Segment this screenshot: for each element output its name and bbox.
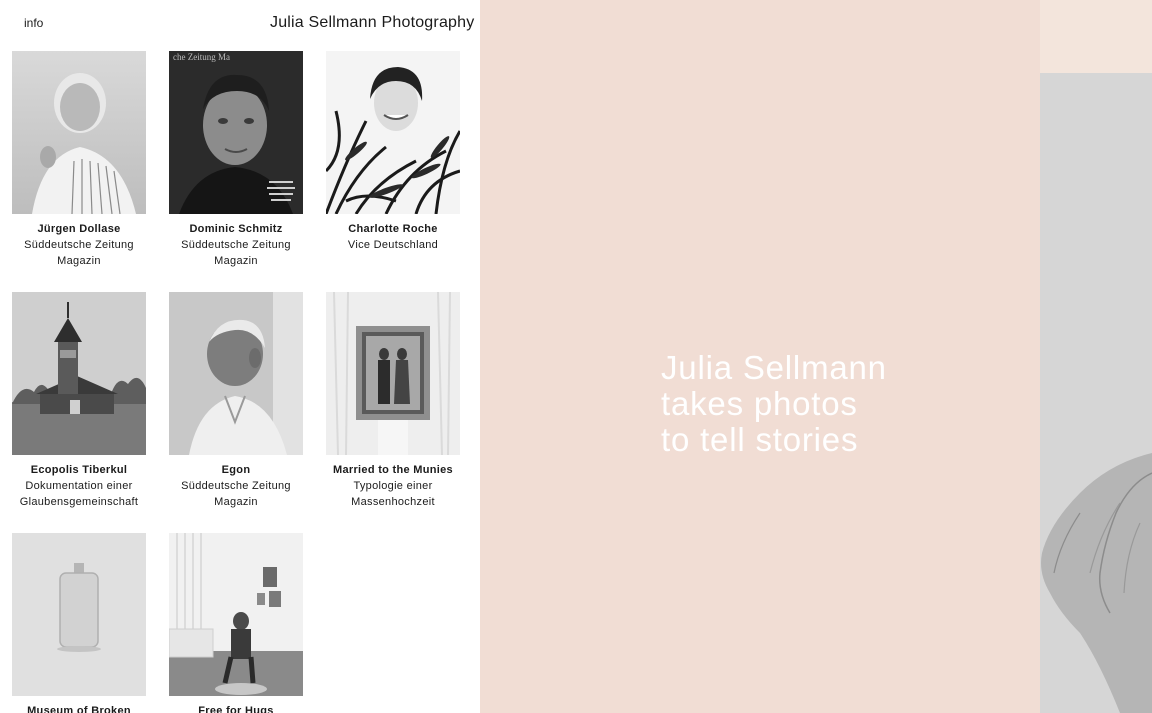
project-index-panel: info Julia Sellmann Photography Jürgen D… xyxy=(0,0,480,713)
project-subtitle: Vice Deutschland xyxy=(347,239,439,251)
intro-panel: Julia Sellmann takes photos to tell stor… xyxy=(480,0,1040,713)
project-thumbnail-charlotte-roche[interactable] xyxy=(326,51,460,214)
project-caption: Dominic Schmitz Süddeutsche Zeitung Maga… xyxy=(156,221,316,269)
project-subtitle: Süddeutsche Zeitung xyxy=(181,480,291,492)
project-thumbnail-juergen-dollase[interactable] xyxy=(12,51,146,214)
magazine-masthead: che Zeitung Ma xyxy=(173,52,230,62)
project-name[interactable]: Jürgen Dollase xyxy=(0,221,159,237)
project-tile-married-to-the-munies[interactable]: Married to the Munies Typologie einer Ma… xyxy=(326,292,460,510)
hero-tagline: Julia Sellmann takes photos to tell stor… xyxy=(661,350,1001,458)
project-subtitle: Magazin xyxy=(214,255,258,267)
project-subtitle: Massenhochzeit xyxy=(351,496,435,508)
tagline-line: takes photos xyxy=(661,385,858,422)
project-subtitle: Magazin xyxy=(57,255,101,267)
project-name[interactable]: Married to the Munies xyxy=(313,462,473,478)
project-tile-ecopolis-tiberkul[interactable]: Ecopolis Tiberkul Dokumentation einer Gl… xyxy=(12,292,146,510)
tagline-line: to tell stories xyxy=(661,421,859,458)
project-subtitle: Typologie einer xyxy=(353,480,433,492)
project-thumbnail-free-for-hugs[interactable] xyxy=(169,533,303,696)
project-caption: Jürgen Dollase Süddeutsche Zeitung Magaz… xyxy=(0,221,159,269)
project-caption: Married to the Munies Typologie einer Ma… xyxy=(313,462,473,510)
project-subtitle: Dokumentation einer xyxy=(25,480,133,492)
project-name[interactable]: Charlotte Roche xyxy=(313,221,473,237)
project-tile-egon[interactable]: Egon Süddeutsche Zeitung Magazin xyxy=(169,292,303,510)
project-tile-museum-of-broken[interactable]: Museum of Broken xyxy=(12,533,146,713)
project-subtitle: Magazin xyxy=(214,496,258,508)
project-caption: Egon Süddeutsche Zeitung Magazin xyxy=(156,462,316,510)
project-name[interactable]: Museum of Broken xyxy=(0,703,159,713)
project-tile-free-for-hugs[interactable]: Free for Hugs xyxy=(169,533,303,713)
hand-photo-icon xyxy=(1040,73,1152,713)
site-title[interactable]: Julia Sellmann Photography xyxy=(270,14,474,32)
project-subtitle: Süddeutsche Zeitung xyxy=(181,239,291,251)
project-tile-charlotte-roche[interactable]: Charlotte Roche Vice Deutschland xyxy=(326,51,460,253)
project-name[interactable]: Dominic Schmitz xyxy=(156,221,316,237)
project-caption: Museum of Broken xyxy=(0,703,159,713)
info-link[interactable]: info xyxy=(24,16,43,30)
project-subtitle: Süddeutsche Zeitung xyxy=(24,239,134,251)
tagline-line: Julia Sellmann xyxy=(661,349,887,386)
project-caption: Free for Hugs xyxy=(156,703,316,713)
project-subtitle: Glaubensgemeinschaft xyxy=(19,496,139,508)
project-name[interactable]: Egon xyxy=(156,462,316,478)
page: info Julia Sellmann Photography Jürgen D… xyxy=(0,0,1152,713)
project-tile-juergen-dollase[interactable]: Jürgen Dollase Süddeutsche Zeitung Magaz… xyxy=(12,51,146,269)
side-photo-strip xyxy=(1040,0,1152,713)
project-thumbnail-museum-of-broken[interactable] xyxy=(12,533,146,696)
project-thumbnail-ecopolis-tiberkul[interactable] xyxy=(12,292,146,455)
project-caption: Ecopolis Tiberkul Dokumentation einer Gl… xyxy=(0,462,159,510)
project-thumbnail-married-to-the-munies[interactable] xyxy=(326,292,460,455)
project-caption: Charlotte Roche Vice Deutschland xyxy=(313,221,473,253)
project-tile-dominic-schmitz[interactable]: che Zeitung Ma Dominic Schmitz Süddeutsc… xyxy=(169,51,303,269)
project-thumbnail-egon[interactable] xyxy=(169,292,303,455)
project-thumbnail-dominic-schmitz[interactable]: che Zeitung Ma xyxy=(169,51,303,214)
project-name[interactable]: Ecopolis Tiberkul xyxy=(0,462,159,478)
project-name[interactable]: Free for Hugs xyxy=(156,703,316,713)
